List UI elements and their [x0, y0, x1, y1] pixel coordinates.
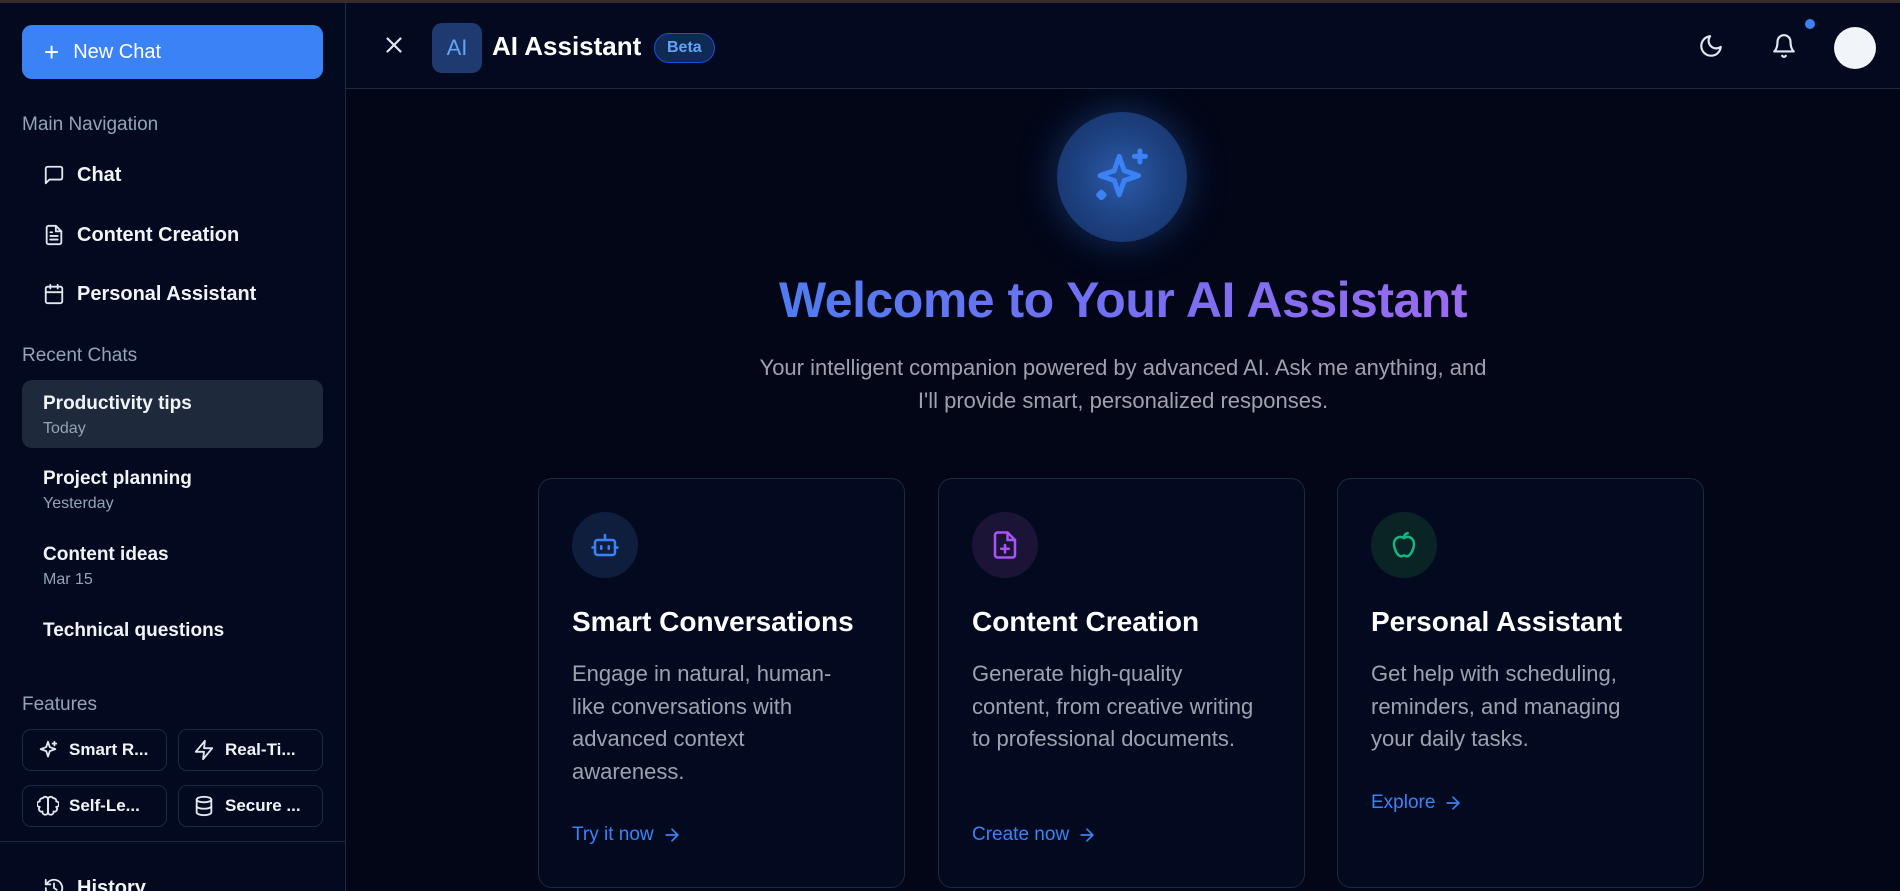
recent-chat-item[interactable]: Content ideas Mar 15	[22, 531, 323, 599]
nav-item-label: Chat	[77, 163, 122, 186]
feature-chip-secure[interactable]: Secure ...	[178, 785, 323, 827]
card-title: Content Creation	[972, 606, 1200, 637]
bot-icon	[572, 512, 638, 578]
recent-chat-item[interactable]: Technical questions	[22, 607, 323, 675]
bell-icon[interactable]	[1771, 33, 1797, 59]
recent-chat-title: Technical questions	[43, 620, 225, 641]
card-link-label: Create now	[972, 824, 1070, 845]
top-header: AI AI Assistant Beta	[346, 3, 1900, 89]
feature-chip-smart[interactable]: Smart R...	[22, 729, 167, 771]
nav-item-label: Personal Assistant	[77, 282, 257, 305]
recent-chat-item[interactable]: Productivity tips Today	[22, 380, 323, 448]
feature-chip-realtime[interactable]: Real-Ti...	[178, 729, 323, 771]
arrow-right-icon	[1446, 796, 1461, 810]
file-text-icon	[45, 224, 63, 246]
calendar-icon	[44, 283, 64, 305]
subtitle-line: Your intelligent companion powered by ad…	[759, 355, 1487, 380]
card-description: Generate high-quality content, from crea…	[972, 661, 1254, 751]
nav-item-history[interactable]: History	[22, 863, 323, 891]
notification-dot	[1805, 19, 1815, 29]
moon-icon[interactable]	[1698, 33, 1724, 59]
close-icon[interactable]	[381, 32, 407, 58]
feature-card-personal-assistant: Personal Assistant Get help with schedul…	[1337, 478, 1704, 888]
plus-icon: +	[44, 37, 60, 67]
recent-chat-item[interactable]: Project planning Yesterday	[22, 455, 323, 523]
feature-chip-label: Self-Le...	[69, 796, 140, 815]
explore-link[interactable]: Explore	[1371, 792, 1463, 814]
arrow-right-icon	[664, 828, 679, 842]
nav-item-chat[interactable]: Chat	[22, 150, 323, 200]
subtitle-line: I'll provide smart, personalized respons…	[917, 388, 1329, 413]
hero-sparkles-icon	[1057, 112, 1187, 242]
recent-chat-date: Yesterday	[43, 495, 114, 512]
beta-badge: Beta	[654, 33, 715, 63]
card-description: Get help with scheduling, reminders, and…	[1371, 661, 1621, 751]
recent-chats-title: Recent Chats	[22, 345, 138, 366]
database-icon	[195, 795, 213, 817]
welcome-subtitle: Your intelligent companion powered by ad…	[723, 351, 1523, 417]
sidebar: + New Chat Main Navigation Chat Content …	[0, 3, 346, 891]
main-navigation-title: Main Navigation	[22, 114, 159, 135]
zap-icon	[194, 739, 214, 761]
features-title: Features	[22, 694, 97, 715]
app-logo: AI	[432, 23, 482, 73]
nav-item-content-creation[interactable]: Content Creation	[22, 210, 323, 260]
feature-chip-label: Secure ...	[225, 796, 301, 815]
brain-icon	[37, 795, 59, 816]
user-avatar[interactable]	[1834, 27, 1876, 69]
apple-icon	[1371, 512, 1437, 578]
card-description: Engage in natural, human-like conversati…	[572, 661, 832, 784]
recent-chat-date: Mar 15	[43, 571, 93, 588]
feature-card-smart-conversations: Smart Conversations Engage in natural, h…	[538, 478, 905, 888]
app-title: AI Assistant	[492, 31, 642, 61]
nav-item-label: Content Creation	[77, 223, 240, 246]
feature-chip-label: Smart R...	[69, 740, 149, 759]
card-title: Personal Assistant	[1371, 606, 1623, 637]
nav-item-personal-assistant[interactable]: Personal Assistant	[22, 269, 323, 319]
card-link-label: Explore	[1371, 792, 1436, 813]
arrow-right-icon	[1080, 828, 1094, 842]
new-chat-button[interactable]: + New Chat	[22, 25, 323, 79]
file-plus-icon	[972, 512, 1038, 578]
sidebar-divider	[0, 841, 345, 842]
try-it-now-link[interactable]: Try it now	[572, 824, 682, 846]
history-icon	[44, 878, 64, 891]
recent-chat-date: Today	[43, 420, 86, 437]
main-content: Welcome to Your AI Assistant Your intell…	[346, 89, 1900, 891]
feature-chip-label: Real-Ti...	[225, 740, 296, 759]
nav-item-label: History	[77, 876, 146, 891]
feature-card-content-creation: Content Creation Generate high-quality c…	[938, 478, 1305, 888]
feature-chip-self-learning[interactable]: Self-Le...	[22, 785, 167, 827]
card-title: Smart Conversations	[572, 606, 854, 637]
new-chat-label: New Chat	[73, 40, 161, 63]
message-square-icon	[44, 165, 64, 185]
recent-chat-title: Content ideas	[43, 544, 169, 565]
create-now-link[interactable]: Create now	[972, 824, 1097, 846]
recent-chat-title: Project planning	[43, 468, 192, 489]
recent-chat-title: Productivity tips	[43, 393, 192, 414]
card-link-label: Try it now	[572, 824, 654, 845]
sparkles-icon	[39, 740, 58, 758]
welcome-title: Welcome to Your AI Assistant	[778, 272, 1468, 328]
